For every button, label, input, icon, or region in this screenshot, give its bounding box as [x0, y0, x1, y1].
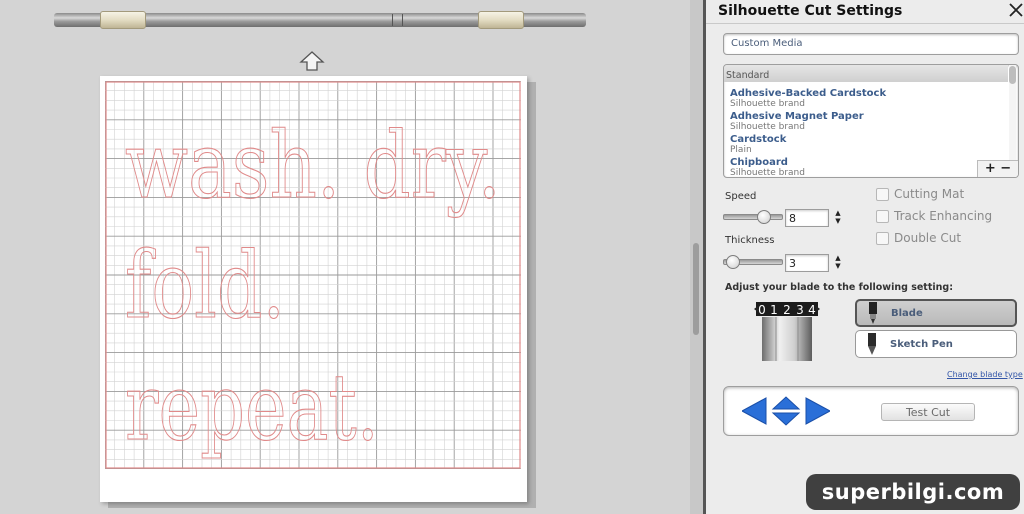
list-item-name: Adhesive-Backed Cardstock: [730, 88, 887, 99]
title-separator: [706, 23, 1024, 24]
splitter-handle[interactable]: [693, 243, 699, 335]
list-item[interactable]: Chipboard Silhouette brand: [730, 158, 805, 178]
list-header: Standard: [724, 65, 1008, 82]
blade-type-blade-button[interactable]: Blade: [855, 299, 1017, 327]
feed-up-arrow-icon[interactable]: [299, 50, 325, 72]
track-enhancing-label: Track Enhancing: [894, 209, 993, 223]
blade-icon: [869, 302, 877, 324]
checkbox-box[interactable]: [876, 209, 889, 223]
speed-stepper[interactable]: ▲ ▼: [833, 209, 843, 227]
speed-input[interactable]: 8: [785, 209, 829, 227]
blade-dial-icon: 0 1 2 3 4: [754, 302, 820, 361]
mat-grid: wash. dry. fold. repeat.: [105, 81, 521, 469]
thickness-label: Thickness: [725, 235, 775, 246]
media-type-field[interactable]: Custom Media: [723, 33, 1019, 55]
thickness-slider-knob[interactable]: [726, 255, 740, 269]
blade-instruction: Adjust your blade to the following setti…: [725, 282, 953, 293]
sketch-pen-label: Sketch Pen: [890, 338, 953, 350]
roller-bar: [54, 11, 586, 29]
right-roller: [478, 11, 524, 29]
list-item-name: Chipboard: [730, 157, 788, 168]
list-scroll-thumb[interactable]: [1009, 66, 1016, 84]
speed-slider-knob[interactable]: [757, 210, 771, 224]
thickness-input[interactable]: 3: [785, 254, 829, 272]
track-enhancing-checkbox[interactable]: Track Enhancing: [876, 209, 992, 223]
cutting-canvas[interactable]: wash. dry. fold. repeat.: [0, 0, 690, 514]
list-item-name: Adhesive Magnet Paper: [730, 111, 864, 122]
roller-tick: [392, 14, 393, 26]
double-cut-checkbox[interactable]: Double Cut: [876, 231, 961, 245]
media-list[interactable]: Standard Adhesive-Backed Cardstock Silho…: [723, 64, 1019, 178]
test-cut-button[interactable]: Test Cut: [881, 403, 975, 421]
mat-text-line-2: fold.: [125, 232, 285, 339]
blade-type-sketch-pen-button[interactable]: Sketch Pen: [855, 330, 1017, 358]
mat-text-line-3: repeat.: [125, 354, 379, 461]
thickness-stepper[interactable]: ▲ ▼: [833, 254, 843, 272]
list-item-sub: Plain: [730, 145, 752, 155]
list-item-name: Cardstock: [730, 134, 787, 145]
change-blade-type-link[interactable]: Change blade type: [947, 370, 1023, 379]
checkbox-box[interactable]: [876, 231, 889, 245]
sketch-pen-icon: [868, 333, 876, 355]
move-arrows-icon[interactable]: [742, 396, 830, 426]
list-item[interactable]: Adhesive Magnet Paper Silhouette brand: [730, 111, 864, 133]
list-item-sub: Silhouette brand: [730, 122, 805, 132]
speed-label: Speed: [725, 191, 757, 202]
blade-label: Blade: [891, 307, 923, 319]
list-item[interactable]: Cardstock Plain: [730, 134, 787, 156]
test-cut-box: Test Cut: [723, 386, 1019, 436]
cut-settings-panel: Silhouette Cut Settings Custom Media Sta…: [706, 0, 1024, 514]
cutting-mat-checkbox[interactable]: Cutting Mat: [876, 187, 964, 201]
mat-text-line-1: wash. dry.: [125, 112, 501, 219]
add-remove-media-button[interactable]: + −: [977, 160, 1018, 177]
roller-tick: [402, 14, 403, 26]
dial-digit: 2: [783, 303, 791, 317]
dial-digit: 1: [770, 303, 778, 317]
list-item-sub: Silhouette brand: [730, 168, 805, 178]
checkbox-box[interactable]: [876, 187, 889, 201]
left-roller: [100, 11, 146, 29]
cutting-mat-label: Cutting Mat: [894, 187, 965, 201]
cutting-mat: wash. dry. fold. repeat.: [100, 76, 527, 502]
dial-digit: 4: [808, 303, 816, 317]
panel-title: Silhouette Cut Settings: [718, 3, 903, 19]
dial-digit: 0: [758, 303, 766, 317]
list-item-sub: Silhouette brand: [730, 99, 805, 109]
watermark: superbilgi.com: [806, 474, 1020, 510]
list-item[interactable]: Adhesive-Backed Cardstock Silhouette bra…: [730, 88, 887, 110]
dial-digit: 3: [796, 303, 804, 317]
close-icon[interactable]: [1008, 2, 1024, 18]
double-cut-label: Double Cut: [894, 231, 962, 245]
speed-slider-track[interactable]: [723, 214, 783, 220]
